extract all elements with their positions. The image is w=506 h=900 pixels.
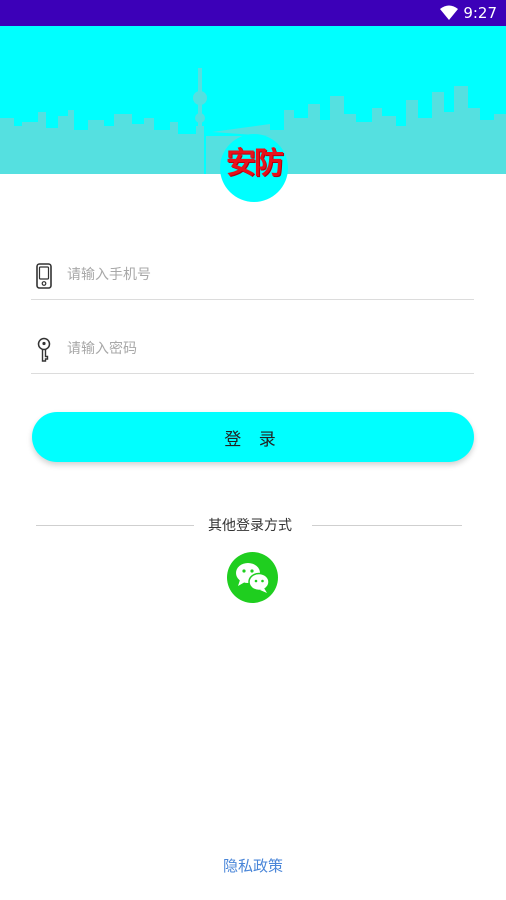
other-login-divider: 其他登录方式: [36, 514, 462, 536]
app-logo: 安防: [220, 134, 288, 202]
wechat-login-button[interactable]: [227, 552, 278, 603]
other-login-label: 其他登录方式: [208, 518, 292, 534]
wechat-icon: [236, 563, 270, 593]
password-input[interactable]: [67, 336, 457, 362]
divider-line-left: [36, 525, 194, 526]
phone-field: [31, 250, 474, 300]
phone-icon: [36, 263, 52, 289]
phone-input[interactable]: [67, 262, 457, 288]
status-time: 9:27: [463, 4, 497, 22]
key-icon: [37, 337, 51, 362]
status-bar: 9:27: [0, 0, 506, 26]
app-logo-text: 安防: [226, 146, 284, 181]
login-button[interactable]: 登 录: [32, 412, 474, 462]
divider-line-right: [312, 525, 462, 526]
password-field: [31, 324, 474, 374]
wifi-icon: [440, 5, 458, 20]
privacy-policy-link[interactable]: 隐私政策: [0, 855, 506, 876]
